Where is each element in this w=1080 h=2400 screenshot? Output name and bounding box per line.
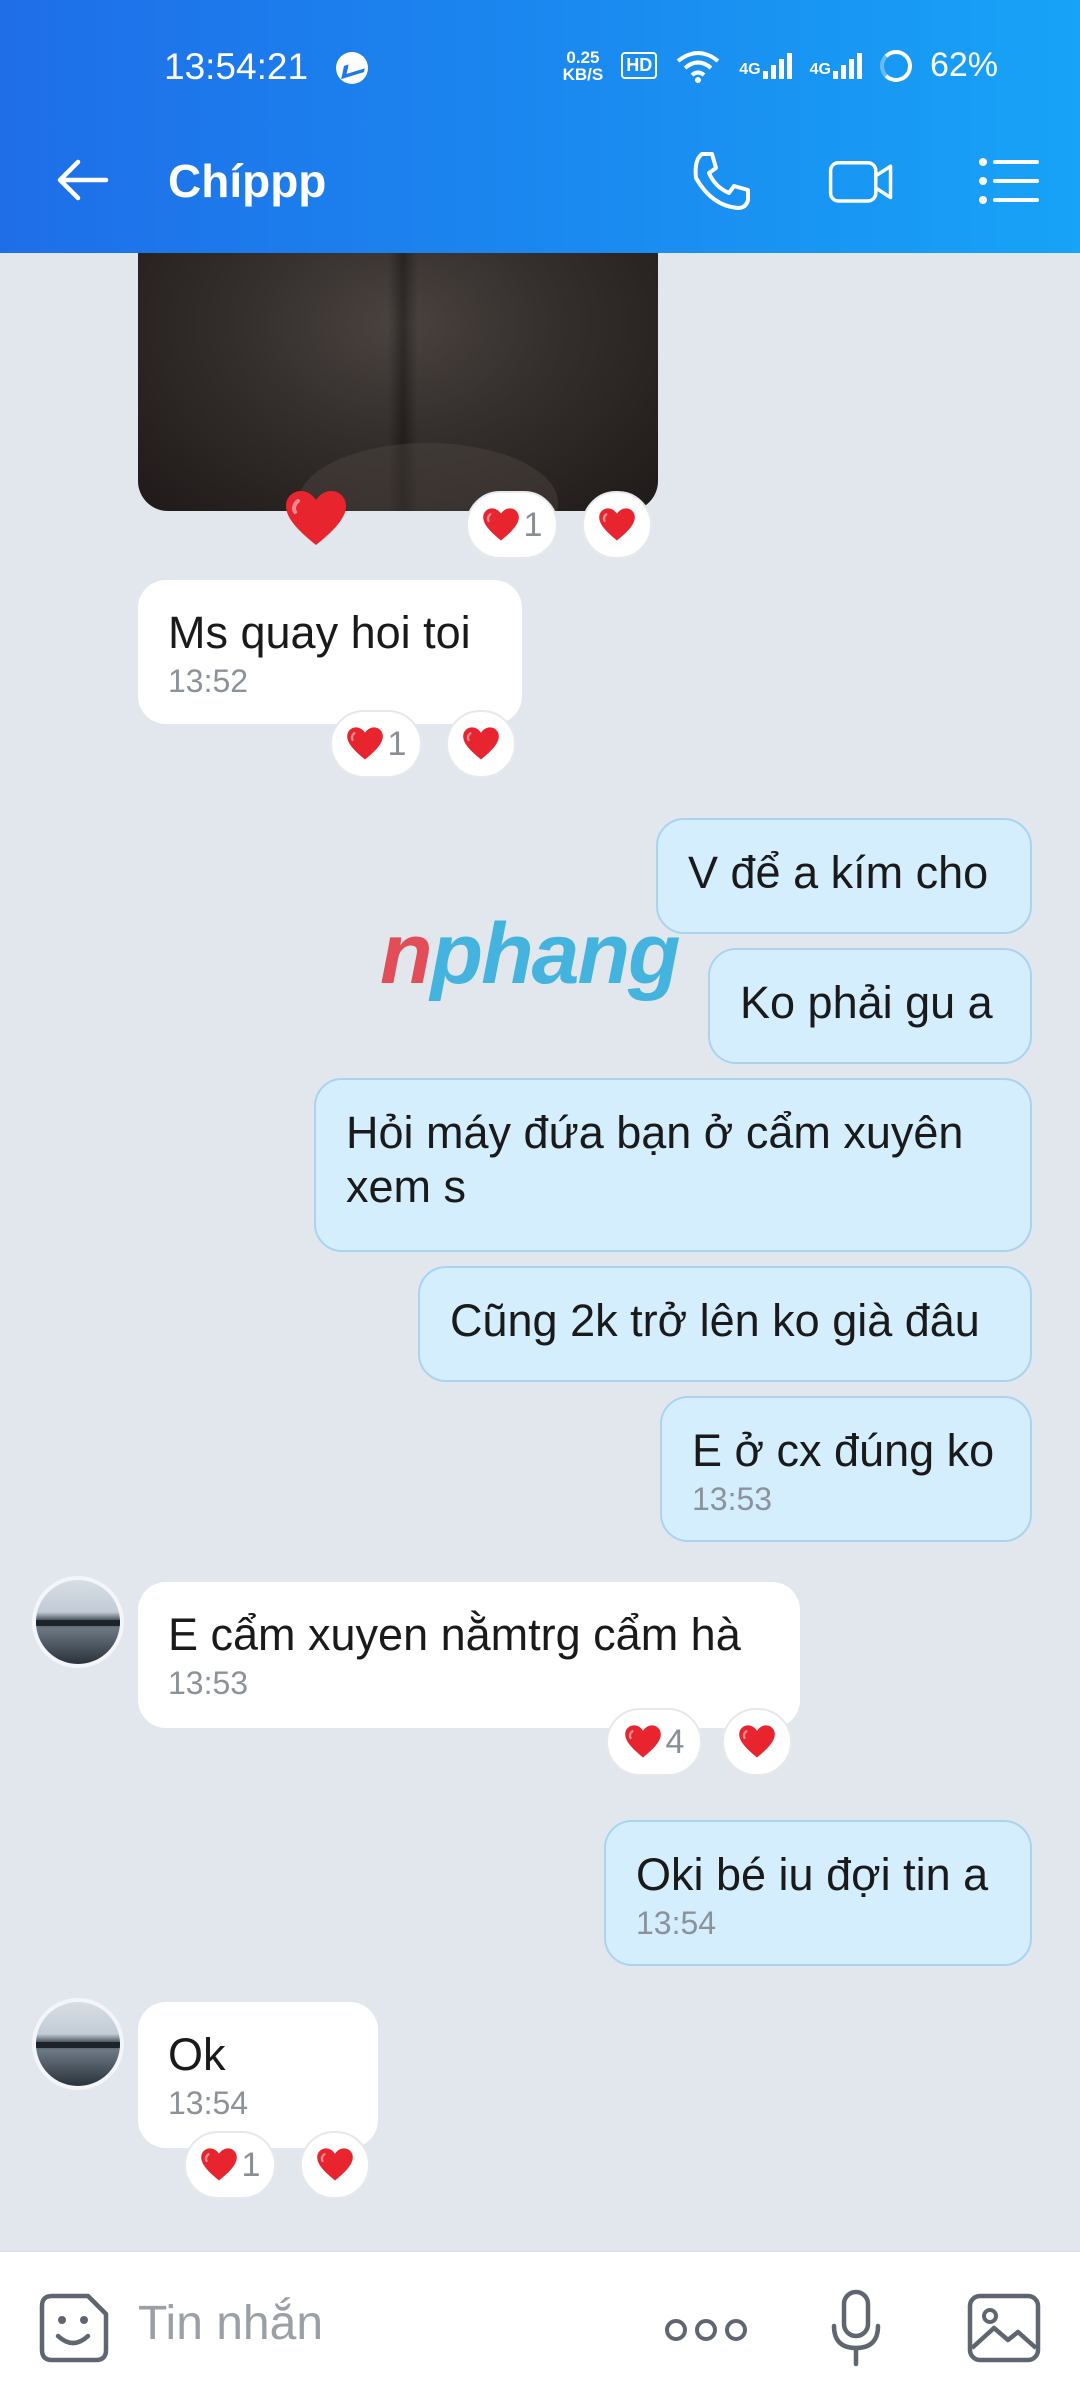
message-composer: Tin nhắn: [0, 2251, 1080, 2400]
more-icon[interactable]: [664, 2310, 748, 2350]
message-text: Ok: [168, 2029, 226, 2080]
status-bar: 13:54:21 0.25 KB/S HD 4G 4G 62%: [0, 0, 1080, 110]
watermark-text: phang: [430, 906, 681, 1002]
signal-2-label: 4G: [809, 60, 831, 78]
message-time: 13:54: [168, 2085, 249, 2121]
heart-icon: [200, 2146, 238, 2184]
messenger-notification-icon: [336, 52, 368, 84]
message-text: Cũng 2k trở lên ko già đâu: [450, 1295, 980, 1346]
message-text: E ở cx đúng ko: [692, 1425, 995, 1476]
sticker-icon[interactable]: [38, 2292, 110, 2364]
react-button[interactable]: [582, 491, 652, 559]
heart-icon: [598, 506, 636, 544]
wifi-icon: [677, 50, 720, 83]
reaction-count-badge[interactable]: 1: [466, 491, 558, 559]
outgoing-message[interactable]: Cũng 2k trở lên ko già đâu: [418, 1266, 1032, 1382]
message-text: Oki bé iu đợi tin a: [636, 1849, 989, 1900]
reaction-count-badge[interactable]: 1: [184, 2131, 276, 2199]
outgoing-message[interactable]: Oki bé iu đợi tin a 13:54: [604, 1820, 1032, 1966]
top-bar: 13:54:21 0.25 KB/S HD 4G 4G 62% Chíppp: [0, 0, 1080, 253]
battery-level: 62%: [929, 46, 998, 84]
image-message[interactable]: [138, 253, 658, 511]
heart-icon: [346, 725, 384, 763]
chat-header: Chíppp: [0, 110, 1080, 253]
heart-icon: [462, 725, 500, 763]
message-input[interactable]: Tin nhắn: [138, 2296, 323, 2351]
heart-icon: [482, 506, 520, 544]
message-time: 13:53: [168, 1665, 249, 1701]
contact-name[interactable]: Chíppp: [168, 154, 326, 208]
watermark-logo: nphang: [380, 905, 681, 1004]
message-text: Ko phải gu a: [740, 977, 993, 1028]
heart-reaction-icon: [284, 487, 348, 551]
image-icon[interactable]: [966, 2292, 1042, 2364]
network-speed: 0.25 KB/S: [563, 49, 604, 83]
menu-list-icon[interactable]: [975, 148, 1041, 214]
heart-icon: [624, 1723, 662, 1761]
message-time: 13:52: [168, 663, 249, 699]
message-text: V để a kím cho: [688, 847, 989, 898]
reaction-count: 1: [387, 724, 407, 763]
mobile-signal-1-icon: 4G: [739, 52, 792, 79]
message-text: E cẩm xuyen nằmtrg cẩm hà: [168, 1609, 741, 1660]
mobile-signal-2-icon: 4G: [809, 52, 862, 79]
phone-icon[interactable]: [688, 148, 754, 214]
message-time: 13:54: [636, 1905, 717, 1941]
network-speed-unit: KB/S: [562, 64, 604, 84]
react-button[interactable]: [300, 2131, 370, 2199]
reaction-count-badge[interactable]: 1: [330, 710, 422, 778]
heart-icon: [738, 1723, 776, 1761]
outgoing-message[interactable]: V để a kím cho: [656, 818, 1032, 934]
incoming-message[interactable]: Ok 13:54: [138, 2002, 378, 2148]
network-speed-value: 0.25: [566, 47, 600, 67]
message-list[interactable]: 1 Ms quay hoi toi 13:52 1 V để a kím cho…: [0, 253, 1080, 2251]
reaction-count-badge[interactable]: 4: [606, 1708, 702, 1776]
outgoing-message[interactable]: Ko phải gu a: [708, 948, 1032, 1064]
back-arrow-icon[interactable]: [52, 150, 112, 210]
microphone-icon[interactable]: [826, 2288, 886, 2368]
hd-voice-icon: HD: [621, 52, 658, 79]
message-time: 13:53: [692, 1481, 773, 1517]
status-time: 13:54:21: [164, 46, 309, 87]
message-text-line-1: Hỏi máy đứa bạn ở cẩm xuyên: [346, 1107, 964, 1158]
battery-icon: [879, 49, 912, 82]
message-text: Ms quay hoi toi: [168, 607, 471, 658]
video-call-icon[interactable]: [828, 148, 894, 214]
signal-1-label: 4G: [739, 60, 761, 78]
react-button[interactable]: [722, 1708, 792, 1776]
outgoing-message[interactable]: E ở cx đúng ko 13:53: [660, 1396, 1032, 1542]
contact-avatar[interactable]: [32, 1576, 124, 1668]
reaction-count: 4: [665, 1722, 685, 1761]
react-button[interactable]: [446, 710, 516, 778]
incoming-message[interactable]: E cẩm xuyen nằmtrg cẩm hà 13:53: [138, 1582, 800, 1728]
incoming-message[interactable]: Ms quay hoi toi 13:52: [138, 580, 522, 724]
reaction-count: 1: [241, 2145, 261, 2184]
heart-icon: [316, 2146, 354, 2184]
reaction-count: 1: [523, 505, 543, 544]
watermark-prefix: n: [380, 906, 433, 1002]
message-text-line-2: xem s: [346, 1161, 467, 1212]
contact-avatar[interactable]: [32, 1998, 124, 2090]
outgoing-message[interactable]: Hỏi máy đứa bạn ở cẩm xuyên xem s: [314, 1078, 1032, 1252]
